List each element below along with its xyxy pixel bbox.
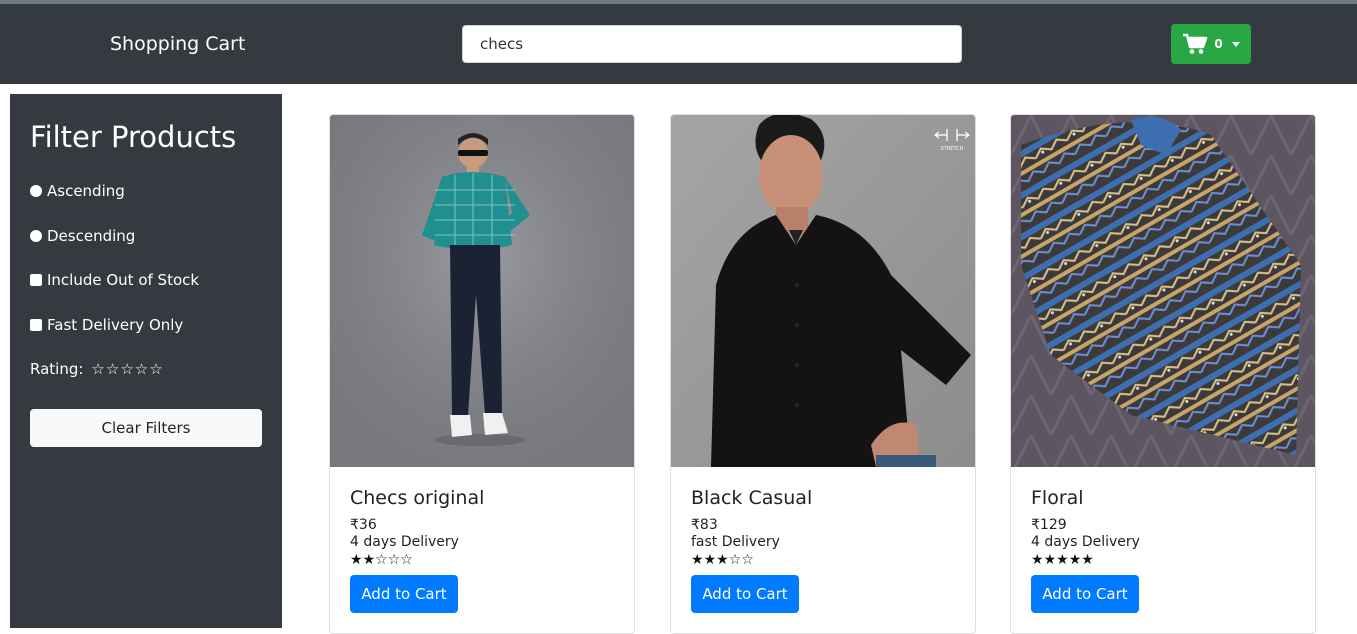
search-input[interactable]: [462, 25, 962, 63]
product-card: STRETCH Black Casual ₹83 fast Delivery ★…: [670, 114, 976, 634]
product-card: Floral ₹129 4 days Delivery ★ ★ ★ ★ ★ Ad…: [1010, 114, 1316, 634]
product-info: Black Casual ₹83 fast Delivery ★ ★ ★ ☆ ☆…: [691, 487, 965, 613]
product-image: [330, 115, 634, 467]
product-price: ₹83: [691, 517, 718, 533]
sort-ascending-option[interactable]: Ascending: [30, 182, 125, 200]
ascending-label: Ascending: [47, 182, 125, 200]
filter-sidebar: Filter Products Ascending Descending Inc…: [10, 94, 282, 628]
star-icon: ★: [1056, 552, 1069, 568]
rating-star-icon[interactable]: ☆: [120, 360, 133, 378]
brand-title[interactable]: Shopping Cart: [110, 33, 245, 55]
fast-delivery-checkbox[interactable]: [30, 319, 42, 331]
product-name: Floral: [1031, 487, 1084, 509]
navbar: Shopping Cart 0: [0, 4, 1357, 84]
out-of-stock-label: Include Out of Stock: [47, 271, 200, 289]
product-rating: ★ ★ ☆ ☆ ☆: [350, 551, 624, 569]
rating-star-icon[interactable]: ☆: [91, 360, 104, 378]
star-icon: ★: [1031, 552, 1044, 568]
product-card: Checs original ₹36 4 days Delivery ★ ★ ☆…: [329, 114, 635, 634]
star-icon: ★: [362, 552, 376, 568]
rating-stars: ☆ ☆ ☆ ☆ ☆: [91, 360, 162, 378]
product-delivery: fast Delivery: [691, 534, 780, 550]
chevron-down-icon: [1231, 41, 1240, 47]
product-delivery: 4 days Delivery: [1031, 534, 1140, 550]
product-info: Floral ₹129 4 days Delivery ★ ★ ★ ★ ★ Ad…: [1031, 487, 1305, 613]
sort-descending-option[interactable]: Descending: [30, 227, 135, 245]
star-icon: ★: [716, 552, 729, 568]
product-price: ₹36: [350, 517, 377, 533]
filter-title: Filter Products: [30, 120, 237, 154]
add-to-cart-button[interactable]: Add to Cart: [1031, 575, 1139, 613]
include-out-of-stock-option[interactable]: Include Out of Stock: [30, 271, 199, 289]
descending-label: Descending: [47, 227, 136, 245]
add-to-cart-button[interactable]: Add to Cart: [350, 575, 458, 613]
star-icon: ★: [703, 552, 717, 568]
shopping-cart-icon: [1183, 33, 1208, 54]
product-image: STRETCH: [671, 115, 975, 467]
add-to-cart-button[interactable]: Add to Cart: [691, 575, 799, 613]
star-icon: ★: [1068, 552, 1082, 568]
product-name: Checs original: [350, 487, 485, 509]
cart-dropdown-button[interactable]: 0: [1171, 24, 1251, 64]
rating-label: Rating:: [30, 360, 84, 378]
star-icon: ☆: [387, 552, 401, 568]
product-image: [1011, 115, 1315, 467]
out-of-stock-checkbox[interactable]: [30, 274, 42, 286]
product-price: ₹129: [1031, 517, 1067, 533]
ascending-radio[interactable]: [30, 185, 42, 197]
fast-delivery-label: Fast Delivery Only: [47, 316, 184, 334]
star-icon: ★: [350, 552, 363, 568]
star-icon: ☆: [400, 552, 413, 568]
product-rating: ★ ★ ★ ☆ ☆: [691, 551, 965, 569]
product-delivery: 4 days Delivery: [350, 534, 459, 550]
rating-star-icon[interactable]: ☆: [135, 360, 148, 378]
star-icon: ☆: [741, 552, 754, 568]
star-icon: ★: [1081, 552, 1094, 568]
fast-delivery-option[interactable]: Fast Delivery Only: [30, 316, 183, 334]
star-icon: ★: [1043, 552, 1057, 568]
rating-star-icon[interactable]: ☆: [149, 360, 162, 378]
star-icon: ☆: [728, 552, 742, 568]
star-icon: ☆: [375, 552, 388, 568]
clear-filters-button[interactable]: Clear Filters: [30, 409, 262, 447]
cart-count-badge: 0: [1214, 37, 1223, 51]
star-icon: ★: [691, 552, 704, 568]
rating-filter: Rating: ☆ ☆ ☆ ☆ ☆: [30, 360, 163, 378]
product-info: Checs original ₹36 4 days Delivery ★ ★ ☆…: [350, 487, 624, 613]
product-name: Black Casual: [691, 487, 813, 509]
descending-radio[interactable]: [30, 230, 42, 242]
svg-text:STRETCH: STRETCH: [941, 146, 964, 152]
rating-star-icon[interactable]: ☆: [106, 360, 119, 378]
product-rating: ★ ★ ★ ★ ★: [1031, 551, 1305, 569]
